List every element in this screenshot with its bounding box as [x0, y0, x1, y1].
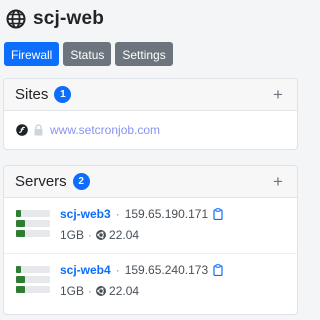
- server-os-version: 22.04: [109, 284, 140, 298]
- page: scj-web Firewall Status Settings Sites 1…: [0, 0, 302, 320]
- sites-count-badge: 1: [54, 86, 72, 103]
- separator: ·: [88, 228, 93, 242]
- sites-card: Sites 1 + www.setcronjob.com: [3, 78, 298, 150]
- ubuntu-icon: [96, 230, 107, 240]
- separator: ·: [115, 263, 120, 277]
- tab-firewall[interactable]: Firewall: [4, 42, 60, 66]
- add-server-button[interactable]: +: [270, 173, 286, 190]
- list-item: scj-web4 · 159.65.240.173 1GB · 22.04: [4, 253, 297, 308]
- server-os-version: 22.04: [109, 228, 140, 242]
- clipboard-icon[interactable]: [213, 264, 223, 276]
- list-item: scj-web3 · 159.65.190.171 1GB · 22.04: [4, 198, 297, 253]
- ubuntu-icon: [96, 286, 107, 296]
- page-title: scj-web: [33, 8, 105, 29]
- list-item: www.setcronjob.com: [4, 111, 297, 148]
- tab-status[interactable]: Status: [63, 42, 112, 66]
- separator: ·: [88, 284, 93, 298]
- server-memory: 1GB: [60, 284, 85, 298]
- server-ip: 159.65.190.171: [124, 207, 209, 221]
- server-ip: 159.65.240.173: [124, 263, 209, 277]
- sites-title: Sites: [15, 86, 49, 103]
- server-memory: 1GB: [60, 228, 85, 242]
- server-meta: 1GB · 22.04: [60, 284, 139, 298]
- servers-title: Servers: [15, 173, 67, 190]
- site-link[interactable]: www.setcronjob.com: [50, 123, 160, 137]
- servers-card-header: Servers 2 +: [4, 166, 297, 198]
- server-icon: [16, 266, 50, 293]
- server-name-link[interactable]: scj-web3: [60, 207, 111, 221]
- sites-card-header: Sites 1 +: [4, 79, 297, 111]
- symfony-icon: [16, 123, 28, 136]
- server-list: scj-web3 · 159.65.190.171 1GB · 22.04 sc…: [4, 198, 297, 308]
- page-header: scj-web: [6, 8, 104, 30]
- server-meta: 1GB · 22.04: [60, 228, 139, 242]
- server-name-link[interactable]: scj-web4: [60, 263, 111, 277]
- servers-count-badge: 2: [72, 173, 90, 190]
- server-icon: [16, 210, 50, 237]
- add-site-button[interactable]: +: [270, 86, 286, 103]
- servers-card: Servers 2 + scj-web3 · 159.65.190.171 1G…: [3, 165, 298, 315]
- tab-bar: Firewall Status Settings: [4, 42, 173, 66]
- server-info: scj-web4 · 159.65.240.173: [60, 263, 223, 277]
- server-info: scj-web3 · 159.65.190.171: [60, 207, 223, 221]
- lock-icon: [34, 123, 43, 135]
- clipboard-icon[interactable]: [213, 208, 223, 220]
- tab-settings[interactable]: Settings: [115, 42, 173, 66]
- separator: ·: [115, 207, 120, 221]
- globe-icon: [6, 9, 26, 29]
